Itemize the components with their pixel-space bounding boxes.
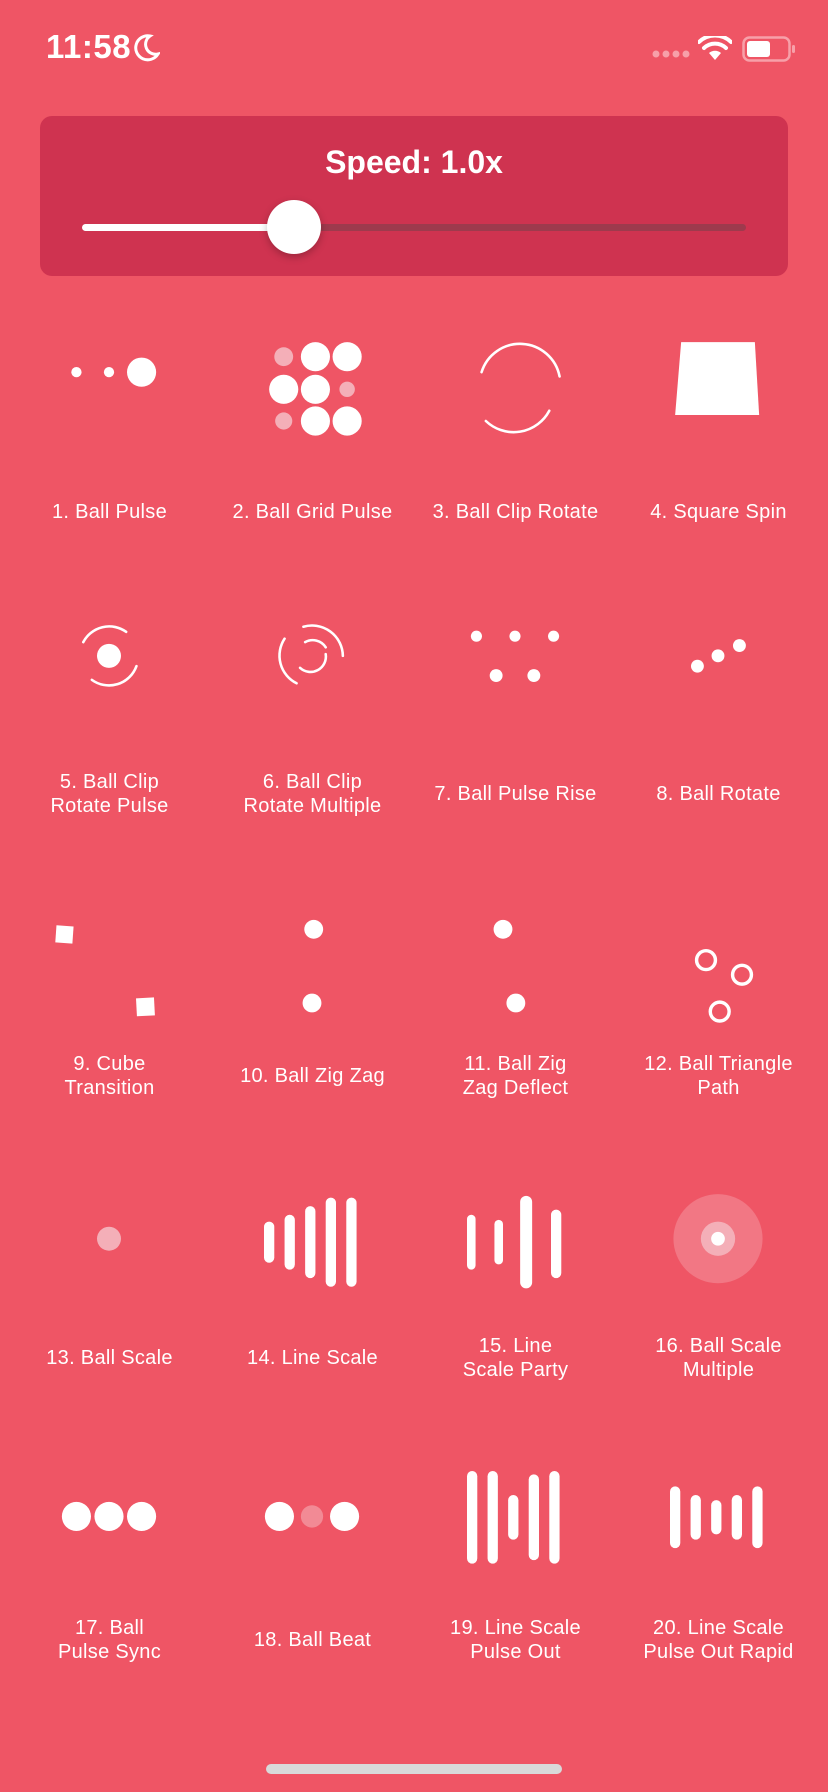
- indicator-label: 8. Ball Rotate: [656, 783, 781, 805]
- indicator-label: 10. Ball Zig Zag: [240, 1065, 385, 1087]
- indicator-label: 18. Ball Beat: [253, 1629, 372, 1651]
- indicator-label: 4. Square Spin: [650, 501, 787, 523]
- ball-zig-zag-deflect-icon: [493, 919, 526, 1013]
- indicator-line-scale-party[interactable]: 15. Line Scale Party: [414, 1146, 617, 1428]
- line-scale-pulse-out-icon: [467, 1471, 560, 1564]
- indicator-label: 11. Ball Zig Zag Deflect: [462, 1053, 569, 1099]
- indicator-label: 13. Ball Scale: [46, 1347, 173, 1369]
- wifi-icon: [698, 36, 732, 60]
- status-time: 11:58: [46, 28, 132, 65]
- indicator-ball-rotate[interactable]: 8. Ball Rotate: [617, 582, 820, 864]
- moon-icon: [134, 34, 160, 62]
- indicator-line-scale-pulse-out-rapid[interactable]: 20. Line Scale Pulse Out Rapid: [617, 1428, 820, 1710]
- ball-grid-pulse-icon: [269, 342, 362, 436]
- ball-clip-rotate-multiple-icon: [278, 624, 345, 685]
- indicator-ball-pulse-rise[interactable]: 7. Ball Pulse Rise: [414, 582, 617, 864]
- indicator-ball-clip-rotate-pulse[interactable]: 5. Ball Clip Rotate Pulse: [8, 582, 211, 864]
- indicator-label: 15. Line Scale Party: [462, 1335, 569, 1381]
- indicator-ball-beat[interactable]: 18. Ball Beat: [211, 1428, 414, 1710]
- indicator-label: 16. Ball Scale Multiple: [655, 1335, 782, 1381]
- indicator-ball-scale-multiple[interactable]: 16. Ball Scale Multiple: [617, 1146, 820, 1428]
- speed-slider-thumb[interactable]: [267, 200, 322, 254]
- indicator-label: 1. Ball Pulse: [51, 501, 168, 523]
- indicator-label: 17. Ball Pulse Sync: [57, 1617, 162, 1663]
- indicator-label: 20. Line Scale Pulse Out Rapid: [643, 1617, 794, 1663]
- ball-pulse-icon: [71, 357, 157, 387]
- indicator-ball-clip-rotate[interactable]: 3. Ball Clip Rotate: [414, 300, 617, 582]
- ball-pulse-sync-icon: [61, 1501, 157, 1531]
- line-scale-party-icon: [467, 1195, 562, 1289]
- square-spin-icon: [675, 342, 760, 415]
- signal-dots-icon: [652, 50, 690, 58]
- ball-scale-icon: [97, 1226, 121, 1251]
- indicator-ball-zig-zag-deflect[interactable]: 11. Ball Zig Zag Deflect: [414, 864, 617, 1146]
- ball-beat-icon: [264, 1501, 360, 1531]
- indicator-label: 5. Ball Clip Rotate Pulse: [50, 771, 169, 817]
- indicator-ball-triangle-path[interactable]: 12. Ball Triangle Path: [617, 864, 820, 1146]
- cube-transition-icon: [55, 925, 155, 1017]
- indicator-line-scale[interactable]: 14. Line Scale: [211, 1146, 414, 1428]
- indicator-ball-zig-zag[interactable]: 10. Ball Zig Zag: [211, 864, 414, 1146]
- speed-label: Speed: 1.0x: [325, 144, 503, 180]
- speed-slider-fill: [82, 224, 295, 231]
- indicator-cube-transition[interactable]: 9. Cube Transition: [8, 864, 211, 1146]
- indicator-label: 9. Cube Transition: [64, 1053, 155, 1099]
- ball-pulse-rise-icon: [470, 630, 560, 682]
- status-bar: 11:58: [0, 0, 828, 100]
- speed-slider-track[interactable]: [82, 224, 746, 231]
- ball-rotate-icon: [691, 639, 746, 673]
- indicator-label: 7. Ball Pulse Rise: [434, 783, 597, 805]
- indicator-label: 2. Ball Grid Pulse: [232, 501, 393, 523]
- speed-panel: Speed: 1.0x: [40, 116, 788, 276]
- indicator-ball-clip-rotate-multiple[interactable]: 6. Ball Clip Rotate Multiple: [211, 582, 414, 864]
- indicator-ball-grid-pulse[interactable]: 2. Ball Grid Pulse: [211, 300, 414, 582]
- line-scale-pulse-out-rapid-icon: [670, 1486, 763, 1549]
- indicator-label: 6. Ball Clip Rotate Multiple: [243, 771, 382, 817]
- ball-zig-zag-icon: [302, 919, 324, 1013]
- home-indicator: [266, 1764, 562, 1774]
- indicator-label: 14. Line Scale: [247, 1347, 378, 1369]
- indicator-line-scale-pulse-out[interactable]: 19. Line Scale Pulse Out: [414, 1428, 617, 1710]
- ball-clip-rotate-icon: [480, 342, 561, 434]
- indicator-label: 12. Ball Triangle Path: [644, 1053, 793, 1099]
- ball-clip-rotate-pulse-icon: [81, 625, 138, 687]
- indicator-ball-pulse-sync[interactable]: 17. Ball Pulse Sync: [8, 1428, 211, 1710]
- indicator-label: 3. Ball Clip Rotate: [432, 501, 599, 523]
- ball-triangle-path-icon: [694, 949, 754, 1023]
- indicator-square-spin[interactable]: 4. Square Spin: [617, 300, 820, 582]
- battery-icon: [742, 36, 795, 62]
- ball-scale-multiple-icon: [673, 1194, 763, 1284]
- indicator-ball-pulse[interactable]: 1. Ball Pulse: [8, 300, 211, 582]
- indicator-label: 19. Line Scale Pulse Out: [450, 1617, 581, 1663]
- line-scale-icon: [264, 1197, 357, 1287]
- indicator-ball-scale[interactable]: 13. Ball Scale: [8, 1146, 211, 1428]
